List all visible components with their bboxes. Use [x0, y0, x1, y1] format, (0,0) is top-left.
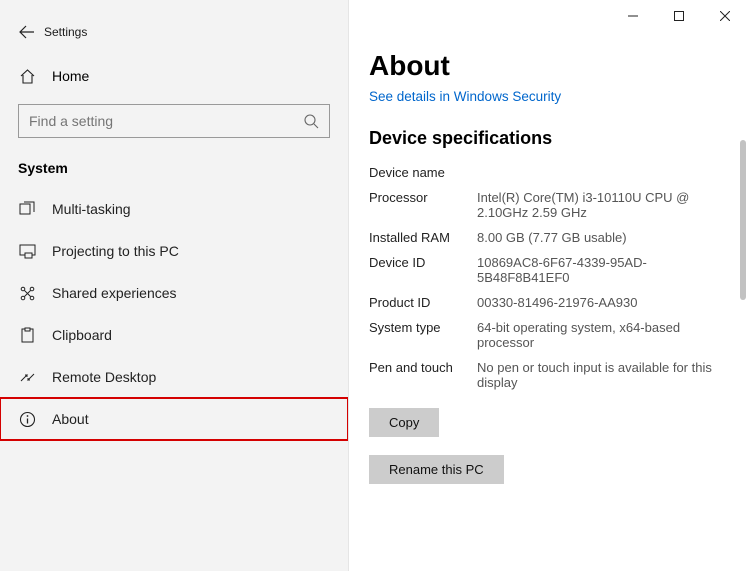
value-system-type: 64-bit operating system, x64-based proce… — [477, 320, 724, 350]
home-icon — [18, 67, 36, 85]
multitask-icon — [18, 200, 36, 218]
specs-header: Device specifications — [369, 128, 724, 149]
back-icon[interactable] — [18, 23, 36, 41]
share-icon — [18, 284, 36, 302]
sidebar-item-shared[interactable]: Shared experiences — [0, 272, 348, 314]
label-device-id: Device ID — [369, 255, 477, 285]
nav-label: Clipboard — [52, 327, 112, 343]
info-icon — [18, 410, 36, 428]
group-header: System — [0, 146, 348, 184]
rename-button[interactable]: Rename this PC — [369, 455, 504, 484]
project-icon — [18, 242, 36, 260]
search-icon — [302, 112, 319, 130]
label-ram: Installed RAM — [369, 230, 477, 245]
sidebar-item-projecting[interactable]: Projecting to this PC — [0, 230, 348, 272]
value-device-id: 10869AC8-6F67-4339-95AD-5B48F8B41EF0 — [477, 255, 724, 285]
nav-label: Shared experiences — [52, 285, 177, 301]
sidebar-item-home[interactable]: Home — [0, 56, 348, 96]
sidebar-item-multitasking[interactable]: Multi-tasking — [0, 188, 348, 230]
minimize-button[interactable] — [610, 0, 656, 32]
value-ram: 8.00 GB (7.77 GB usable) — [477, 230, 627, 245]
label-product-id: Product ID — [369, 295, 477, 310]
sidebar-item-about[interactable]: About — [0, 398, 348, 440]
label-pen: Pen and touch — [369, 360, 477, 390]
label-device-name: Device name — [369, 165, 477, 180]
value-product-id: 00330-81496-21976-AA930 — [477, 295, 637, 310]
nav-label: About — [52, 411, 89, 427]
value-processor: Intel(R) Core(TM) i3-10110U CPU @ 2.10GH… — [477, 190, 724, 220]
clipboard-icon — [18, 326, 36, 344]
nav-label: Remote Desktop — [52, 369, 156, 385]
search-box[interactable] — [18, 104, 330, 138]
nav-label: Projecting to this PC — [52, 243, 179, 259]
copy-button[interactable]: Copy — [369, 408, 439, 437]
sidebar-item-clipboard[interactable]: Clipboard — [0, 314, 348, 356]
close-button[interactable] — [702, 0, 748, 32]
remote-icon — [18, 368, 36, 386]
home-label: Home — [36, 68, 89, 84]
scrollbar[interactable] — [740, 140, 746, 300]
app-title: Settings — [36, 25, 87, 39]
security-link[interactable]: See details in Windows Security — [369, 89, 561, 104]
label-processor: Processor — [369, 190, 477, 220]
maximize-button[interactable] — [656, 0, 702, 32]
page-title: About — [369, 50, 724, 82]
search-input[interactable] — [29, 113, 302, 129]
value-pen: No pen or touch input is available for t… — [477, 360, 724, 390]
sidebar-item-remote[interactable]: Remote Desktop — [0, 356, 348, 398]
nav-label: Multi-tasking — [52, 201, 131, 217]
label-system-type: System type — [369, 320, 477, 350]
